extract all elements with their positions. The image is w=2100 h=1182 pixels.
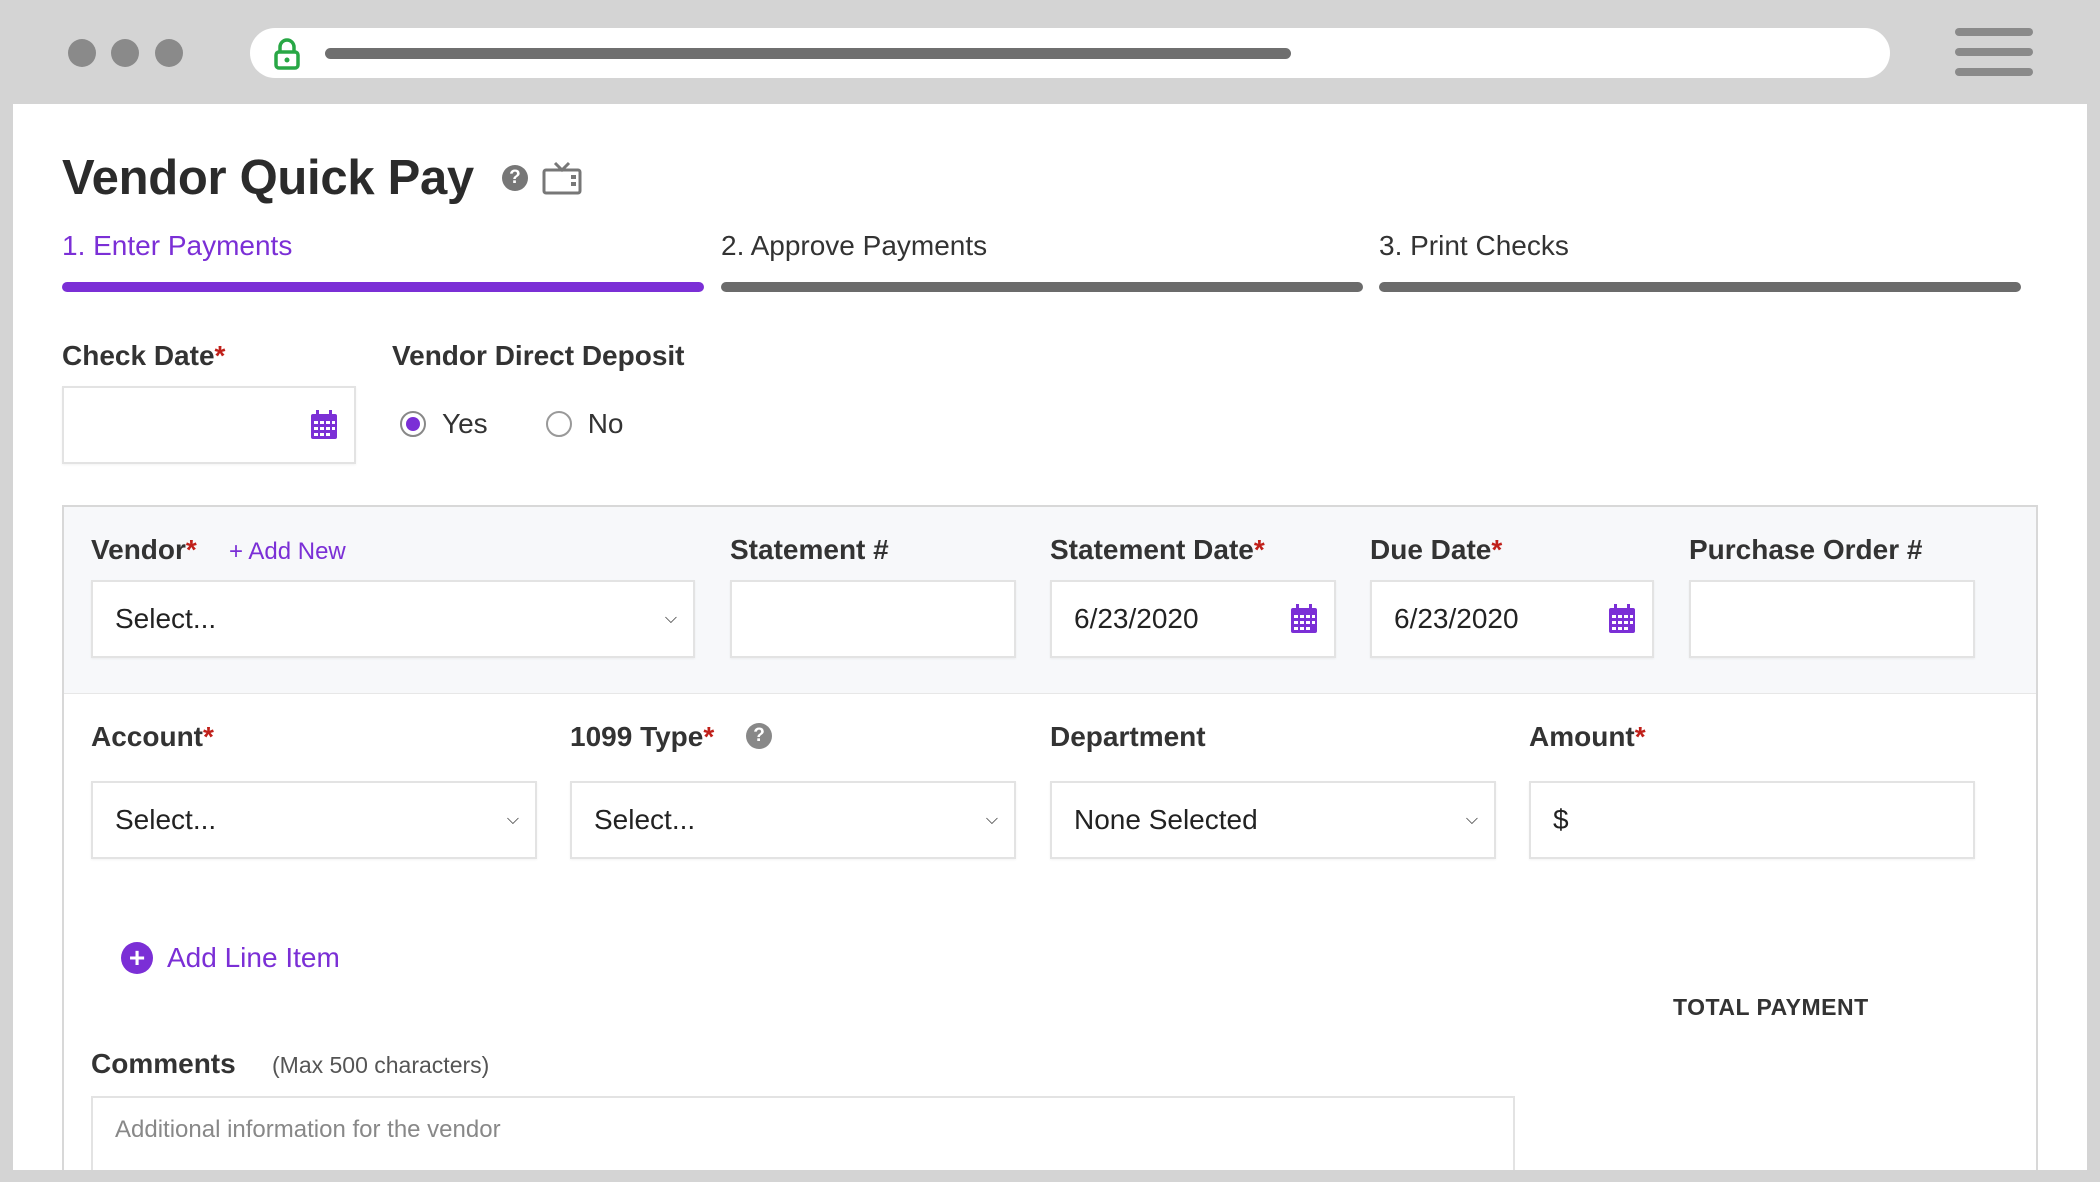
amount-label: Amount* [1529, 721, 1646, 752]
currency-prefix: $ [1553, 804, 1569, 835]
add-new-vendor-link[interactable]: + Add New [229, 538, 346, 566]
account-label: Account* [91, 721, 214, 752]
amount-input[interactable]: $ [1529, 781, 1975, 859]
vendor-label: Vendor* [91, 534, 197, 565]
step-approve-payments[interactable]: 2. Approve Payments [721, 230, 1363, 292]
department-select[interactable]: None Selected ⌵ [1050, 781, 1496, 859]
department-label: Department [1050, 721, 1206, 752]
comments-textarea[interactable]: Additional information for the vendor [91, 1096, 1515, 1170]
url-placeholder-line [325, 48, 1291, 59]
direct-deposit-radio-group: Yes No [400, 404, 623, 444]
due-date-input[interactable]: 6/23/2020 [1370, 580, 1654, 658]
total-payment-label: TOTAL PAYMENT [1673, 994, 1869, 1020]
vendor-select[interactable]: Select... ⌵ [91, 580, 695, 658]
account-select[interactable]: Select... ⌵ [91, 781, 537, 859]
window-maximize-dot[interactable] [155, 39, 183, 67]
comments-hint: (Max 500 characters) [272, 1052, 490, 1078]
due-date-value: 6/23/2020 [1394, 603, 1519, 634]
type-1099-label: 1099 Type* [570, 721, 715, 752]
step-label: 2. Approve Payments [721, 230, 988, 261]
statement-date-label: Statement Date* [1050, 534, 1265, 565]
help-circle-icon[interactable]: ? [501, 165, 528, 191]
type-1099-select[interactable]: Select... ⌵ [570, 781, 1016, 859]
due-date-label: Due Date* [1370, 534, 1503, 565]
help-circle-icon[interactable]: ? [746, 723, 772, 749]
tv-icon[interactable] [542, 161, 582, 195]
window-close-dot[interactable] [68, 39, 96, 67]
radio-yes[interactable] [400, 411, 426, 437]
vendor-select-value: Select... [115, 603, 217, 634]
purchase-order-input[interactable] [1689, 580, 1975, 658]
browser-chrome [0, 0, 2100, 104]
step-progress-bar [62, 282, 704, 292]
calendar-icon[interactable] [1290, 604, 1318, 634]
comments-label: Comments [91, 1048, 236, 1079]
address-bar[interactable] [250, 28, 1890, 78]
radio-no[interactable] [545, 411, 572, 437]
statement-date-input[interactable]: 6/23/2020 [1050, 580, 1336, 658]
radio-yes-label[interactable]: Yes [442, 408, 488, 440]
plus-circle-icon: + [121, 942, 153, 974]
statement-number-label: Statement # [730, 534, 889, 565]
type-1099-select-value: Select... [594, 804, 696, 835]
department-select-value: None Selected [1074, 804, 1258, 835]
step-progress-bar [1379, 282, 2021, 292]
page-title: Vendor Quick Pay [62, 151, 474, 205]
comments-placeholder: Additional information for the vendor [115, 1116, 501, 1143]
add-line-item-label: Add Line Item [167, 942, 340, 973]
window-minimize-dot[interactable] [111, 39, 139, 67]
title-row: Vendor Quick Pay ? [62, 148, 582, 208]
account-select-value: Select... [115, 804, 217, 835]
check-date-label: Check Date* [62, 340, 226, 371]
step-print-checks[interactable]: 3. Print Checks [1379, 230, 2021, 292]
menu-icon[interactable] [1955, 28, 2033, 76]
page: Vendor Quick Pay ? 1. Enter Payments 2. … [13, 104, 2087, 1170]
chevron-down-icon: ⌵ [664, 610, 677, 627]
statement-number-input[interactable] [730, 580, 1016, 658]
step-label: 3. Print Checks [1379, 230, 1569, 261]
purchase-order-label: Purchase Order # [1689, 534, 1923, 565]
step-label: 1. Enter Payments [62, 230, 293, 261]
chevron-down-icon: ⌵ [985, 811, 998, 828]
chevron-down-icon: ⌵ [1465, 811, 1478, 828]
radio-no-label[interactable]: No [588, 408, 624, 440]
statement-date-value: 6/23/2020 [1074, 603, 1199, 634]
calendar-icon[interactable] [1608, 604, 1636, 634]
lock-icon [274, 38, 300, 70]
step-enter-payments[interactable]: 1. Enter Payments [62, 230, 704, 292]
step-progress-bar [721, 282, 1363, 292]
direct-deposit-label: Vendor Direct Deposit [392, 340, 685, 371]
chevron-down-icon: ⌵ [506, 811, 519, 828]
check-date-input[interactable] [62, 386, 356, 464]
add-line-item-button[interactable]: + Add Line Item [121, 942, 340, 974]
calendar-icon[interactable] [310, 410, 338, 440]
